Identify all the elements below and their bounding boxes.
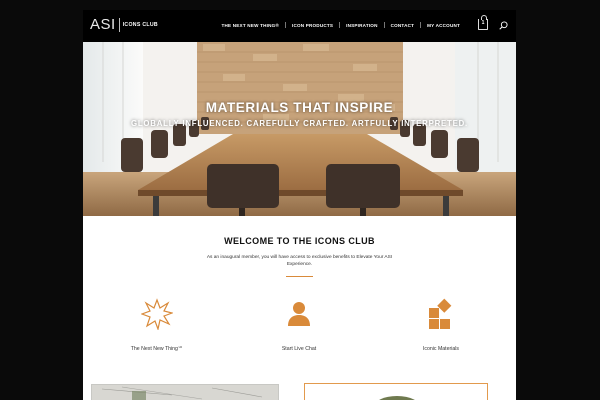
bottom-card-right[interactable] <box>304 383 488 400</box>
hero-subtitle: GLOBALLY INFLUENCED. CAREFULLY CRAFTED. … <box>130 119 468 128</box>
feature-label-iconic-materials: Iconic Materials <box>422 346 460 352</box>
site-header: ASI ICONS CLUB THE NEXT NEW THING® ICON … <box>83 10 516 42</box>
hero-title: MATERIALS THAT INSPIRE <box>205 100 394 115</box>
welcome-text: As an inaugural member, you will have ac… <box>206 255 393 267</box>
asi-logo[interactable]: ASI ICONS CLUB <box>90 16 158 34</box>
page: ASI ICONS CLUB THE NEXT NEW THING® ICON … <box>83 10 516 400</box>
nav-item-icon-products[interactable]: ICON PRODUCTS <box>286 23 339 28</box>
person-icon <box>288 302 310 326</box>
feature-label-live-chat: Start Live Chat <box>281 346 317 352</box>
feature-label-next-new-thing: The Next New Thing℠ <box>130 346 184 352</box>
nav-item-contact[interactable]: CONTACT <box>385 23 421 28</box>
nav-item-my-account[interactable]: MY ACCOUNT <box>421 23 466 28</box>
cart-count: 1 <box>481 20 485 26</box>
logo-asi-text: ASI <box>90 16 116 33</box>
conference-room-image <box>83 42 516 216</box>
hero-banner: MATERIALS THAT INSPIRE GLOBALLY INFLUENC… <box>83 42 516 216</box>
bottom-card-left-image <box>92 385 278 400</box>
welcome-heading: WELCOME TO THE ICONS CLUB <box>224 236 375 246</box>
accent-divider <box>286 276 313 277</box>
logo-separator <box>118 18 120 32</box>
nav-item-next-new-thing[interactable]: THE NEXT NEW THING® <box>216 23 285 28</box>
main-nav: THE NEXT NEW THING® ICON PRODUCTS INSPIR… <box>216 22 466 28</box>
logo-club-text: ICONS CLUB <box>122 22 158 28</box>
starburst-icon <box>141 298 173 330</box>
tiles-icon <box>429 298 452 329</box>
nav-item-inspiration[interactable]: INSPIRATION <box>340 23 383 28</box>
search-icon[interactable] <box>499 21 508 30</box>
shopping-bag-icon[interactable]: 1 <box>478 15 488 30</box>
bottom-card-right-image <box>379 396 415 400</box>
bottom-card-left[interactable] <box>91 384 279 400</box>
